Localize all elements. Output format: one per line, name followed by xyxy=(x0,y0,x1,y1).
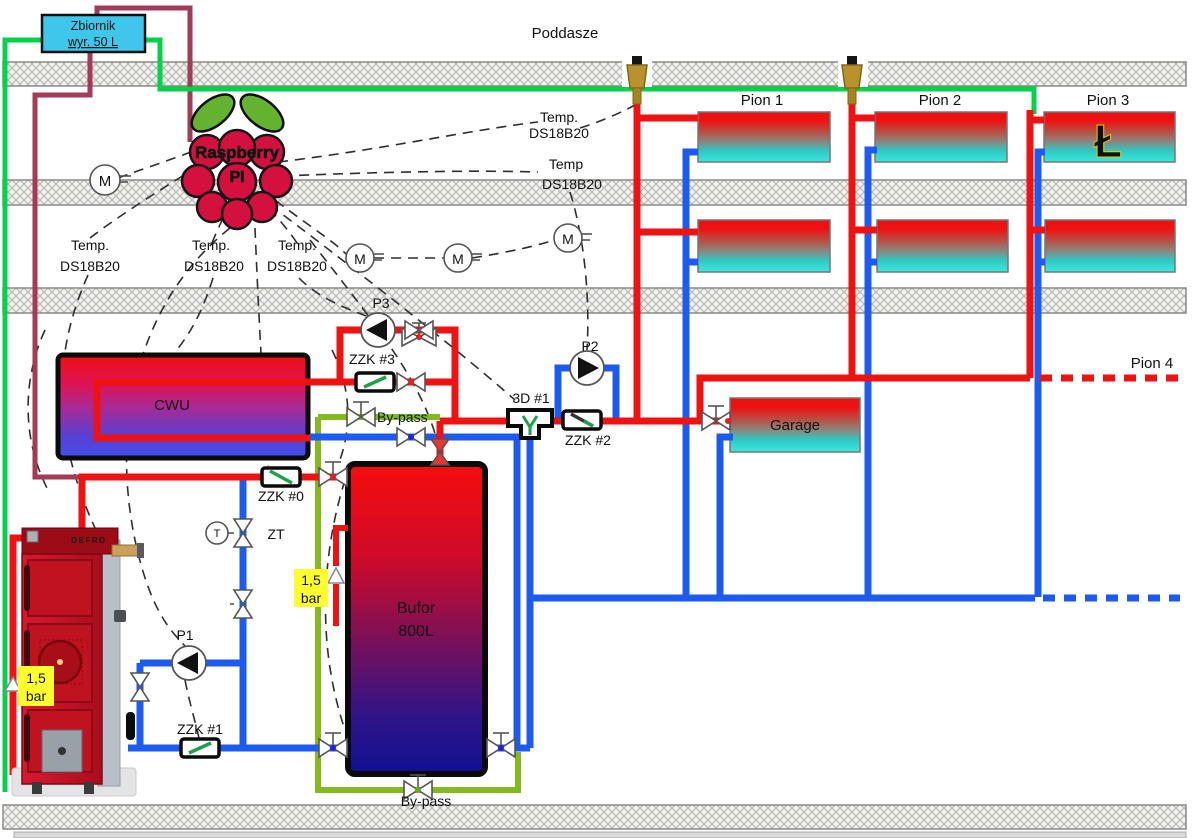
valve-icon xyxy=(131,673,149,701)
motor-valve-icon: M xyxy=(554,224,592,252)
pressure-label: 1,5 bar xyxy=(18,666,54,706)
towel-rail-symbol: Ł xyxy=(1094,115,1122,167)
diagram-canvas: Zbiornik wyr. 50 L Ł CWU Bufor 800L xyxy=(0,0,1200,838)
pion1-return xyxy=(686,152,698,598)
temp-sensor-label: Temp xyxy=(549,156,583,172)
slab-bottom-edge xyxy=(14,832,1186,838)
temp-sensor-label: Temp. xyxy=(540,109,578,125)
garage-return xyxy=(720,437,733,598)
zzk1-label: ZZK #1 xyxy=(177,721,223,737)
temp-sensor-model: DS18B20 xyxy=(267,258,327,274)
valve-icon xyxy=(319,462,347,486)
zzk3-label: ZZK #3 xyxy=(349,351,395,367)
svg-text:1,5: 1,5 xyxy=(26,670,46,686)
garage-label: Garage xyxy=(770,417,820,434)
svg-text:M: M xyxy=(354,251,366,267)
buffer-safety-valve-icon xyxy=(328,568,344,583)
radiator-pion2-attic xyxy=(875,112,1007,162)
boiler-handle xyxy=(24,630,30,672)
boiler-unit: DEFRO xyxy=(12,528,144,796)
expansion-tank-label-line1: Zbiornik xyxy=(71,19,116,33)
radiator-pion3-floor xyxy=(1045,220,1175,272)
valve-icon xyxy=(234,519,252,547)
valve-icon xyxy=(397,373,425,391)
temp-sensor-label: Temp. xyxy=(192,237,230,253)
pump3-label: P3 xyxy=(372,295,389,311)
temp-sensor-label: Temp. xyxy=(71,237,109,253)
svg-text:bar: bar xyxy=(26,688,47,704)
slab-ground-floor xyxy=(3,288,1186,313)
svg-text:M: M xyxy=(452,251,464,267)
temp-sensor-label: Temp. xyxy=(278,237,316,253)
pion2-return xyxy=(868,150,877,598)
zzk2-valve xyxy=(563,411,601,429)
buffer-label-line2: 800L xyxy=(398,623,434,640)
radiator-pion1-floor xyxy=(698,220,830,272)
valve-icon xyxy=(702,406,731,430)
zzk0-label: ZZK #0 xyxy=(258,488,304,504)
bypass-label: By-pass xyxy=(377,409,428,425)
svg-text:M: M xyxy=(562,231,574,247)
boiler-handle xyxy=(24,565,30,611)
thermometer-letter: T xyxy=(214,528,221,540)
pump1-icon xyxy=(172,646,206,680)
boiler-foot xyxy=(32,782,42,794)
slab-basement-floor xyxy=(3,805,1186,829)
pion2-label: Pion 2 xyxy=(919,92,962,109)
zzk3-valve xyxy=(356,373,394,391)
valve-icon xyxy=(487,733,515,757)
zt-label: ZT xyxy=(267,526,285,542)
controller-label-line1: Raspberry xyxy=(195,143,280,162)
pipe-sensor-pocket xyxy=(126,712,135,740)
boiler-foot xyxy=(84,782,94,794)
valve-icon xyxy=(319,733,347,757)
valve-icon xyxy=(347,402,375,426)
pump2-icon xyxy=(570,351,604,385)
temp-sensor-model: DS18B20 xyxy=(184,258,244,274)
expansion-tank-label-line2: wyr. 50 L xyxy=(67,35,118,49)
slab-attic xyxy=(3,62,1186,86)
radiator-pion1-attic xyxy=(698,112,830,162)
cwu-label: CWU xyxy=(154,397,190,414)
pressure-label: 1,5 bar xyxy=(294,569,328,607)
pion4-label: Pion 4 xyxy=(1131,355,1174,372)
pump1-label: P1 xyxy=(176,627,193,643)
pion1-label: Pion 1 xyxy=(741,92,784,109)
svg-text:bar: bar xyxy=(301,590,322,606)
raspberry-pi-logo: Raspberry PI xyxy=(182,87,292,229)
zt-thermostat: T xyxy=(206,522,234,544)
pump2-label: P2 xyxy=(581,338,598,354)
pump3-icon xyxy=(361,313,395,347)
threeway-label: 3D #1 xyxy=(512,390,550,406)
attic-label: Poddasze xyxy=(532,25,599,42)
bypass-label: By-pass xyxy=(401,793,452,809)
cwu-tank: CWU xyxy=(58,355,310,458)
buffer-tank: Bufor 800L xyxy=(348,464,485,774)
svg-text:M: M xyxy=(99,173,112,190)
boiler-brand: DEFRO xyxy=(71,536,107,545)
buffer-label-line1: Bufor xyxy=(397,600,436,617)
boiler-flue xyxy=(112,545,140,556)
radiator-pion2-floor xyxy=(877,220,1008,272)
heating-system-diagram: Zbiornik wyr. 50 L Ł CWU Bufor 800L xyxy=(0,0,1200,838)
boiler-upper-door xyxy=(28,560,92,616)
valve-icon xyxy=(397,428,425,446)
temp-sensor-model: DS18B20 xyxy=(542,176,602,192)
svg-text:1,5: 1,5 xyxy=(301,572,321,588)
boiler-controller-box xyxy=(27,531,38,542)
controller-label-line2: PI xyxy=(229,169,244,186)
temp-sensor-model: DS18B20 xyxy=(60,258,120,274)
boiler-handle xyxy=(24,714,30,762)
zzk0-valve xyxy=(262,468,300,486)
pion3-label: Pion 3 xyxy=(1087,92,1130,109)
zzk2-label: ZZK #2 xyxy=(565,432,611,448)
valve-icon xyxy=(431,439,449,465)
zzk1-valve xyxy=(181,739,219,757)
expansion-tank: Zbiornik wyr. 50 L xyxy=(42,15,145,52)
boiler-knob xyxy=(114,610,126,622)
temp-sensor-model: DS18B20 xyxy=(529,125,589,141)
